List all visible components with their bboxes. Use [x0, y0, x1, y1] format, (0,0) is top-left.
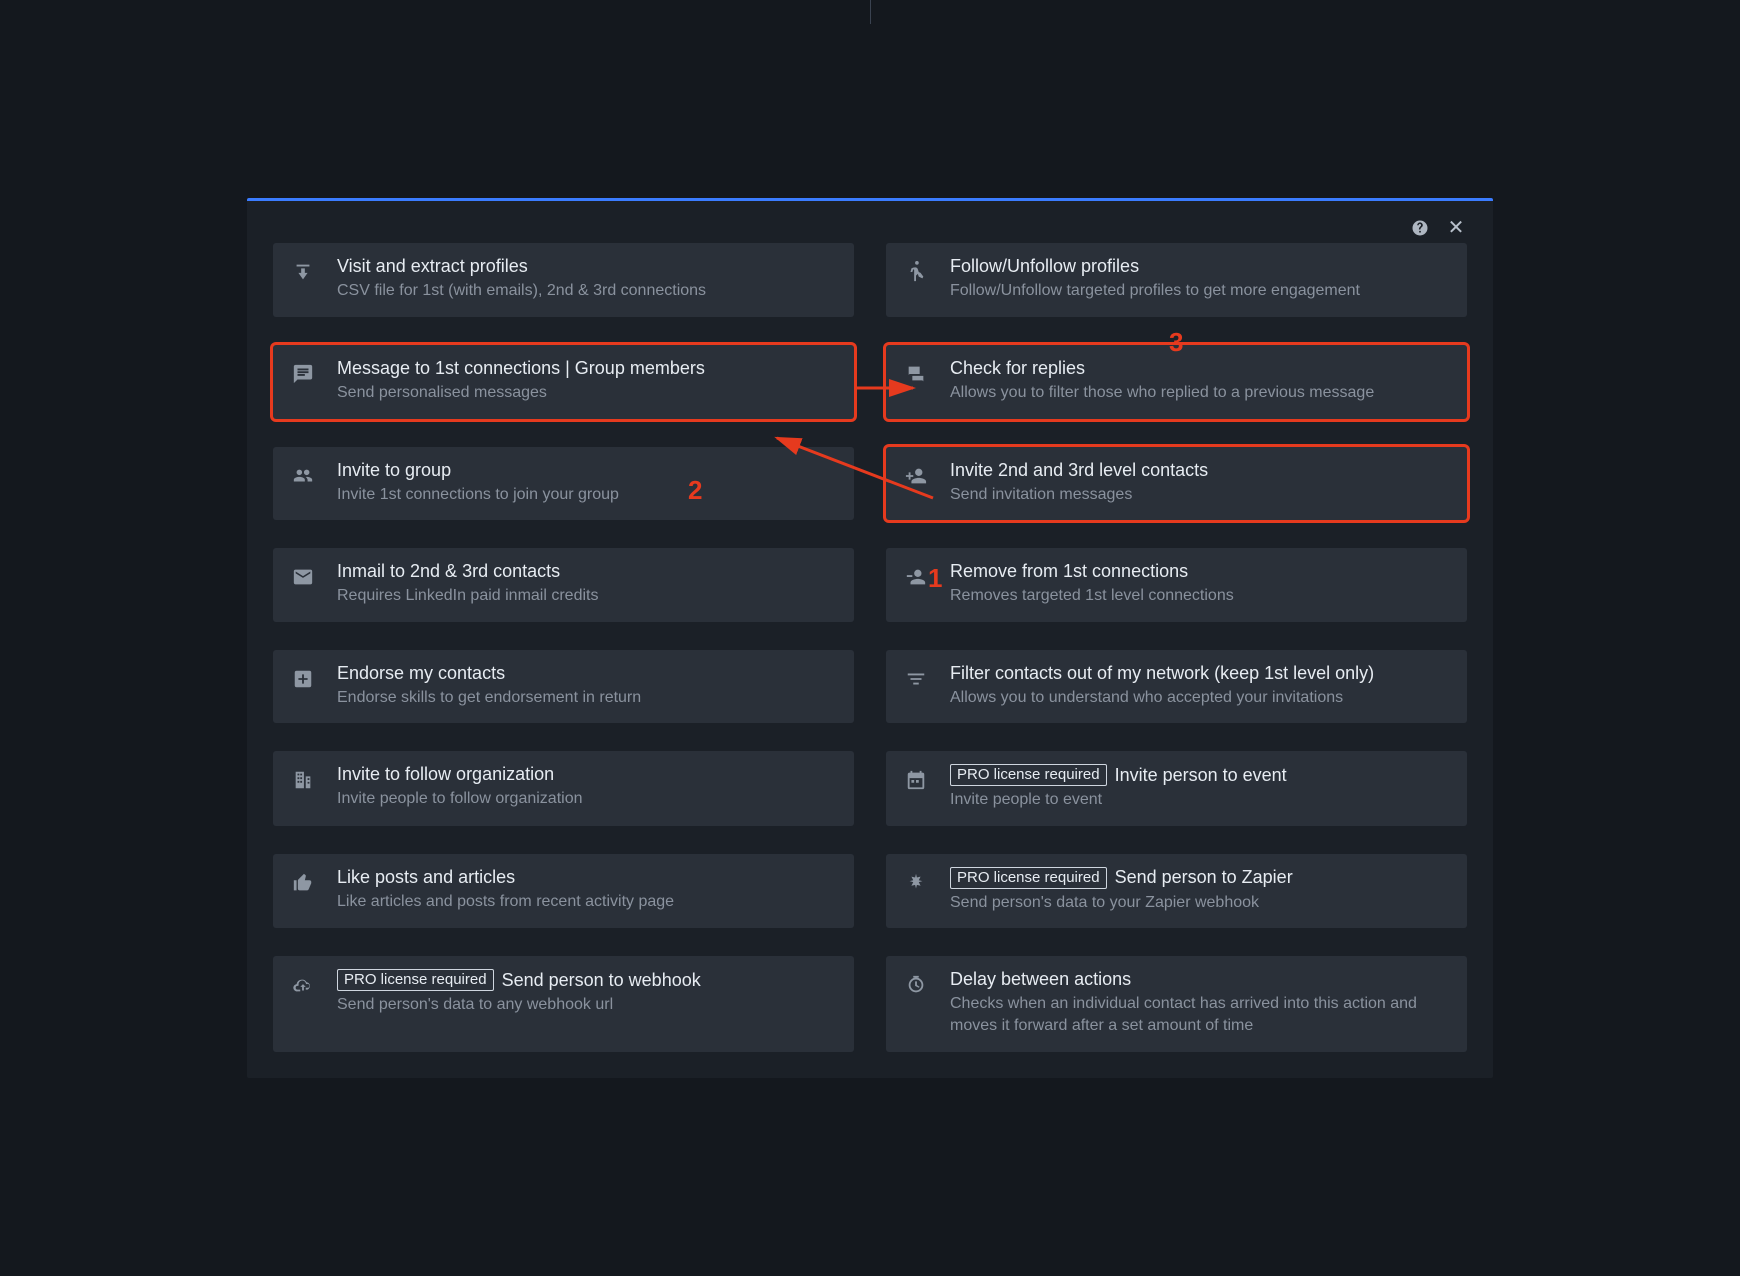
- card-subtitle: Send person's data to any webhook url: [337, 994, 836, 1016]
- card-subtitle: Send person's data to your Zapier webhoo…: [950, 892, 1449, 914]
- message-icon: [291, 362, 315, 386]
- card-subtitle: Invite 1st connections to join your grou…: [337, 484, 836, 506]
- card-title: Visit and extract profiles: [337, 256, 528, 277]
- card-invite-org[interactable]: Invite to follow organization Invite peo…: [273, 751, 854, 826]
- help-circle-icon: [1411, 219, 1429, 237]
- card-invite-group[interactable]: Invite to group Invite 1st connections t…: [273, 447, 854, 521]
- card-subtitle: Invite people to follow organization: [337, 788, 836, 810]
- card-title: Invite to group: [337, 460, 451, 481]
- card-title: Endorse my contacts: [337, 663, 505, 684]
- card-title: Send person to Zapier: [1115, 867, 1293, 888]
- card-title: Filter contacts out of my network (keep …: [950, 663, 1374, 684]
- card-subtitle: Requires LinkedIn paid inmail credits: [337, 585, 836, 607]
- person-add-icon: [904, 464, 928, 488]
- card-title: Message to 1st connections | Group membe…: [337, 358, 705, 379]
- card-subtitle: Send invitation messages: [950, 484, 1449, 506]
- close-icon: ✕: [1448, 218, 1465, 238]
- card-endorse[interactable]: Endorse my contacts Endorse skills to ge…: [273, 650, 854, 724]
- card-webhook[interactable]: PRO license required Send person to webh…: [273, 956, 854, 1051]
- zapier-icon: [904, 871, 928, 895]
- card-zapier[interactable]: PRO license required Send person to Zapi…: [886, 854, 1467, 929]
- pro-badge: PRO license required: [337, 969, 494, 991]
- card-message-connections[interactable]: Message to 1st connections | Group membe…: [273, 345, 854, 419]
- card-title: Invite person to event: [1115, 765, 1287, 786]
- card-title: Remove from 1st connections: [950, 561, 1188, 582]
- card-visit-extract[interactable]: Visit and extract profiles CSV file for …: [273, 243, 854, 317]
- card-follow-unfollow[interactable]: Follow/Unfollow profiles Follow/Unfollow…: [886, 243, 1467, 317]
- card-inmail[interactable]: Inmail to 2nd & 3rd contacts Requires Li…: [273, 548, 854, 622]
- plus-box-icon: [291, 667, 315, 691]
- dialog-titlebar: ✕: [273, 213, 1467, 243]
- thumbs-up-icon: [291, 871, 315, 895]
- card-delay[interactable]: Delay between actions Checks when an ind…: [886, 956, 1467, 1051]
- mail-icon: [291, 565, 315, 589]
- card-remove-connection[interactable]: Remove from 1st connections Removes targ…: [886, 548, 1467, 622]
- chat-icon: [904, 362, 928, 386]
- card-subtitle: Allows you to understand who accepted yo…: [950, 687, 1449, 709]
- card-filter-network[interactable]: Filter contacts out of my network (keep …: [886, 650, 1467, 724]
- card-subtitle: Removes targeted 1st level connections: [950, 585, 1449, 607]
- card-check-replies[interactable]: Check for replies Allows you to filter t…: [886, 345, 1467, 419]
- pro-badge: PRO license required: [950, 764, 1107, 786]
- card-invite-2nd-3rd[interactable]: Invite 2nd and 3rd level contacts Send i…: [886, 447, 1467, 521]
- timer-icon: [904, 973, 928, 997]
- calendar-icon: [904, 768, 928, 792]
- card-title: Send person to webhook: [502, 970, 701, 991]
- pro-badge: PRO license required: [950, 867, 1107, 889]
- action-picker-dialog: ✕ Visit and extract profiles CSV file fo…: [247, 198, 1493, 1077]
- card-title: Follow/Unfollow profiles: [950, 256, 1139, 277]
- card-like-posts[interactable]: Like posts and articles Like articles an…: [273, 854, 854, 929]
- card-subtitle: CSV file for 1st (with emails), 2nd & 3r…: [337, 280, 836, 302]
- card-invite-event[interactable]: PRO license required Invite person to ev…: [886, 751, 1467, 826]
- download-icon: [291, 260, 315, 284]
- filter-icon: [904, 667, 928, 691]
- building-icon: [291, 768, 315, 792]
- card-title: Delay between actions: [950, 969, 1131, 990]
- card-subtitle: Like articles and posts from recent acti…: [337, 891, 836, 913]
- card-subtitle: Follow/Unfollow targeted profiles to get…: [950, 280, 1449, 302]
- person-remove-icon: [904, 565, 928, 589]
- card-subtitle: Invite people to event: [950, 789, 1449, 811]
- help-button[interactable]: [1409, 217, 1431, 239]
- run-icon: [904, 260, 928, 284]
- group-icon: [291, 464, 315, 488]
- card-title: Invite 2nd and 3rd level contacts: [950, 460, 1208, 481]
- card-subtitle: Send personalised messages: [337, 382, 836, 404]
- cloud-upload-icon: [291, 973, 315, 997]
- card-subtitle: Endorse skills to get endorsement in ret…: [337, 687, 836, 709]
- card-title: Like posts and articles: [337, 867, 515, 888]
- card-title: Inmail to 2nd & 3rd contacts: [337, 561, 560, 582]
- card-title: Invite to follow organization: [337, 764, 554, 785]
- card-subtitle: Checks when an individual contact has ar…: [950, 993, 1449, 1036]
- card-subtitle: Allows you to filter those who replied t…: [950, 382, 1449, 404]
- close-button[interactable]: ✕: [1445, 217, 1467, 239]
- card-title: Check for replies: [950, 358, 1085, 379]
- actions-grid: Visit and extract profiles CSV file for …: [273, 243, 1467, 1051]
